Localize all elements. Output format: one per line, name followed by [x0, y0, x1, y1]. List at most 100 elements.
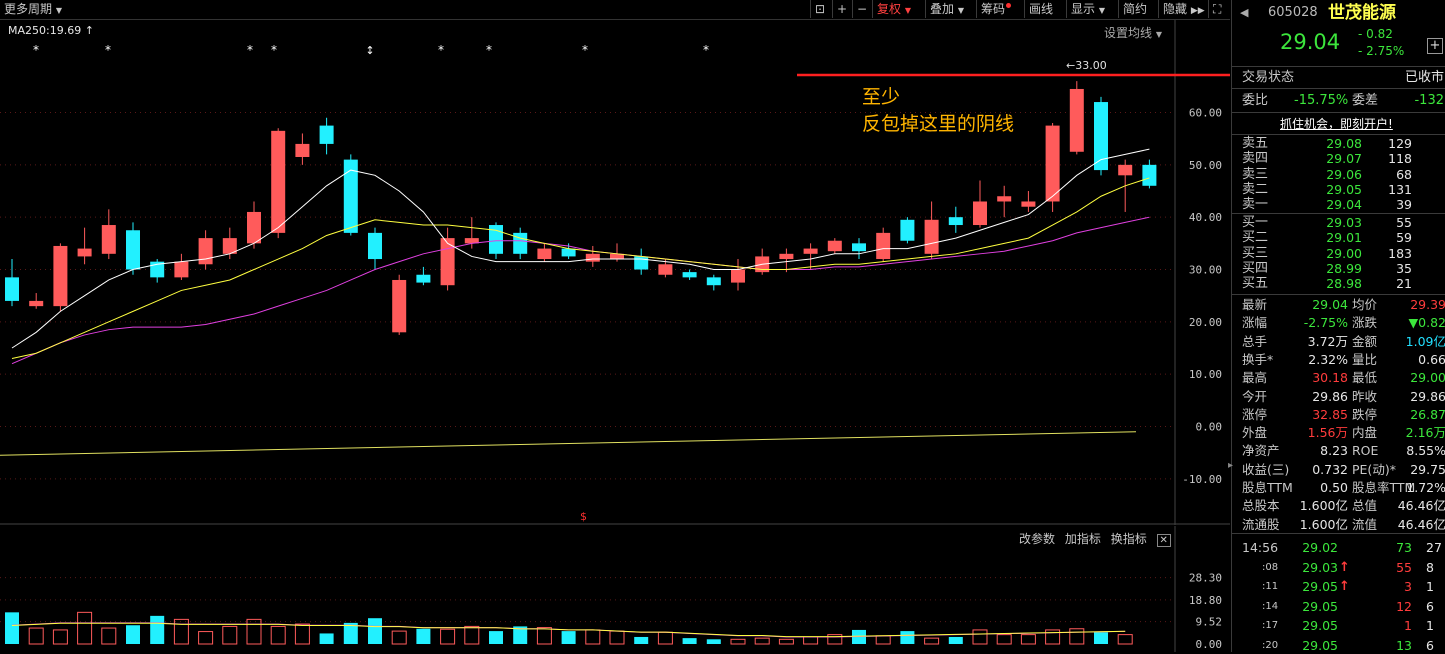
expand-icon[interactable]: ⛶ — [1208, 0, 1225, 18]
switch-indicator-button[interactable]: 换指标 — [1111, 532, 1147, 546]
prev-stock-icon[interactable]: ◀ — [1240, 3, 1248, 23]
price-change: - 0.82 — [1358, 27, 1393, 41]
tick-count: 27 — [1426, 540, 1442, 555]
stat-value: 29.86 — [1410, 388, 1445, 404]
volume-bar — [5, 612, 19, 644]
chevron-down-icon: ▼ — [957, 6, 964, 15]
tick-count: 6 — [1426, 637, 1434, 653]
notification-dot-icon — [1006, 3, 1012, 8]
bids-row[interactable]: 买二 29.01 59 — [1232, 230, 1445, 245]
draw-button[interactable]: 画线 — [1024, 0, 1061, 18]
lock-icon[interactable]: ⊡ — [810, 0, 829, 18]
stat-row: 最高 30.18 最低 29.00 — [1232, 369, 1445, 386]
fuquan-dropdown[interactable]: 复权 ▼ — [872, 0, 915, 18]
bids-row[interactable]: 买四 28.99 35 — [1232, 261, 1445, 276]
tick-price: 29.05 — [1302, 579, 1338, 594]
chips-label: 筹码 — [981, 2, 1006, 16]
tick-row[interactable]: :14 29.05 12 6 — [1232, 598, 1445, 615]
tick-row[interactable]: :17 29.05 1 1 — [1232, 617, 1445, 634]
candle — [1142, 159, 1157, 189]
divider — [1232, 88, 1445, 89]
tick-volume: 12 — [1396, 598, 1412, 614]
tick-row[interactable]: :20 29.05 13 6 — [1232, 637, 1445, 654]
candle — [174, 253, 189, 280]
y-tick-label: 40.00 — [1189, 211, 1222, 224]
candle — [731, 259, 745, 291]
candle — [852, 238, 866, 260]
bids-row[interactable]: 买三 29.00 183 — [1232, 246, 1445, 261]
stat-value: 2.16万 — [1405, 425, 1445, 441]
divider — [1232, 134, 1445, 135]
event-star-icon: * — [486, 43, 492, 57]
collapse-handle-icon[interactable]: ▸ — [1228, 460, 1233, 471]
stat-value: 26.87 — [1410, 406, 1445, 422]
asks-row[interactable]: 卖四 29.07 118 — [1232, 151, 1445, 166]
tick-count: 6 — [1426, 598, 1434, 614]
event-star-icon: * — [703, 43, 709, 57]
plus-icon[interactable]: + — [832, 0, 851, 18]
asks-row[interactable]: 卖二 29.05 131 — [1232, 182, 1445, 197]
volume-bar — [126, 625, 140, 644]
volume-bar — [77, 611, 93, 645]
stat-row: 换手* 2.32% 量比 0.66 — [1232, 351, 1445, 368]
asks-row[interactable]: 卖五 29.08 129 — [1232, 136, 1445, 151]
candle-body — [271, 130, 286, 233]
stat-value: 29.75 — [1410, 461, 1445, 477]
add-watchlist-icon[interactable]: + — [1427, 38, 1443, 54]
ma-settings-button[interactable]: 设置均线 ▼ — [1104, 24, 1162, 41]
asks-price: 29.05 — [1326, 181, 1362, 197]
stat-label: 流值 — [1352, 516, 1378, 532]
change-param-button[interactable]: 改参数 — [1019, 532, 1055, 546]
stat-value: 1.09亿 — [1405, 333, 1445, 349]
draw-label: 画线 — [1029, 2, 1054, 16]
asks-label: 卖二 — [1242, 181, 1269, 197]
bids-volume: 183 — [1388, 245, 1412, 261]
period-dropdown[interactable]: 更多周期 ▼ — [0, 0, 66, 18]
y-tick-label: 30.00 — [1189, 264, 1222, 277]
stat-row: 外盘 1.56万 内盘 2.16万 — [1232, 424, 1445, 441]
display-dropdown[interactable]: 显示 ▼ — [1066, 0, 1109, 18]
tick-price: 29.03 — [1302, 559, 1338, 575]
simple-button[interactable]: 简约 — [1118, 0, 1153, 18]
candle-body — [247, 211, 261, 244]
tick-price: 29.05 — [1302, 637, 1338, 653]
bids-label: 买四 — [1242, 260, 1269, 276]
bids-row[interactable]: 买一 29.03 55 — [1232, 215, 1445, 230]
stat-value: 1.56万 — [1307, 425, 1348, 441]
overlay-dropdown[interactable]: 叠加 ▼ — [925, 0, 968, 18]
tick-row[interactable]: :11 29.05 ↑ 3 1 — [1232, 578, 1445, 595]
tick-time: :08 — [1262, 561, 1279, 573]
asks-row[interactable]: 卖三 29.06 68 — [1232, 167, 1445, 182]
tick-row[interactable]: :08 29.03 ↑ 55 8 — [1232, 559, 1445, 576]
chevron-down-icon: ▼ — [1098, 6, 1105, 15]
hide-label: 隐藏 — [1163, 2, 1188, 16]
event-star-icon: * — [582, 43, 588, 57]
ma-settings-label: 设置均线 — [1104, 26, 1153, 40]
dividend-marker[interactable]: $ — [580, 510, 587, 523]
bids-row[interactable]: 买五 28.98 21 — [1232, 276, 1445, 291]
candlestick-chart[interactable]: 60.00 50.00 40.00 30.00 20.00 10.00 0.00 -10.00… — [0, 20, 1230, 525]
open-account-link[interactable]: 抓住机会，即刻开户! — [1280, 115, 1393, 132]
asks-volume: 68 — [1396, 166, 1412, 182]
asks-label: 卖四 — [1242, 151, 1269, 167]
asks-row[interactable]: 卖一 29.04 39 — [1232, 197, 1445, 212]
add-indicator-button[interactable]: 加指标 — [1065, 532, 1101, 546]
volume-bar — [561, 631, 576, 644]
candle-body — [682, 272, 697, 278]
close-icon[interactable]: ✕ — [1156, 534, 1171, 547]
candle — [513, 227, 528, 260]
bids-label: 买五 — [1242, 276, 1269, 292]
minus-icon[interactable]: − — [852, 0, 871, 18]
weicha-value: -132 — [1414, 93, 1444, 108]
peak-price-value: 33.00 — [1075, 59, 1107, 72]
tick-time: :11 — [1262, 581, 1279, 592]
tick-row[interactable]: 14:56 29.02 73 27 — [1232, 539, 1445, 556]
stat-label: 均价 — [1352, 297, 1378, 312]
stat-value: 1.600亿 — [1299, 516, 1348, 532]
stat-value: 29.86 — [1312, 388, 1348, 404]
chevron-down-icon: ▼ — [904, 6, 911, 15]
hide-button[interactable]: 隐藏 ▶▶ — [1158, 0, 1209, 18]
chips-button[interactable]: 筹码 — [976, 0, 1021, 18]
divider — [1232, 112, 1445, 113]
tick-volume: 73 — [1396, 540, 1412, 555]
